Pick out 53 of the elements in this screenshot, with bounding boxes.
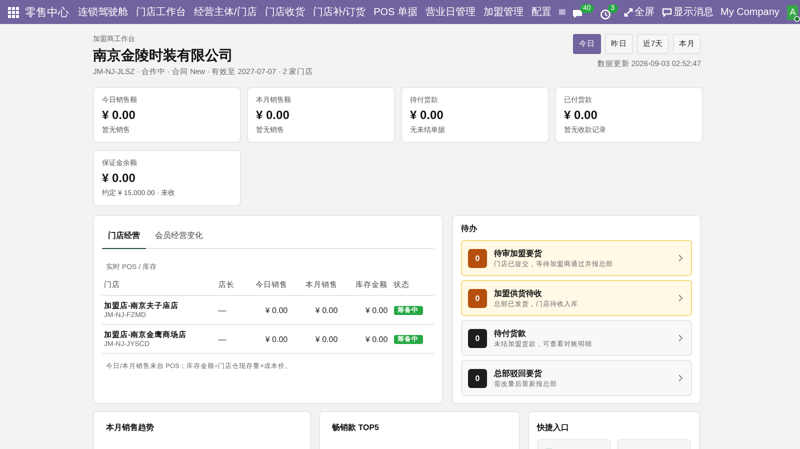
app-menu-button[interactable]	[8, 6, 19, 18]
show-messages-button[interactable]: 显示消息	[662, 5, 714, 19]
app-title[interactable]: 零售中心	[25, 4, 69, 20]
company-switcher[interactable]: My Company	[720, 6, 780, 18]
todo-title: 总部驳回要货	[494, 368, 543, 378]
table-cell: ¥ 0.00	[290, 324, 341, 354]
count-badge: 0	[468, 328, 487, 348]
menu-item[interactable]: 经营主体/门店	[194, 5, 257, 19]
menu-item[interactable]: 加盟管理	[483, 5, 524, 19]
panel-title: 待办	[461, 223, 478, 234]
tab[interactable]: 门店经营	[102, 226, 146, 249]
count-badge: 0	[468, 288, 487, 308]
kpi-value: ¥ 0.00	[102, 108, 136, 122]
menu-item[interactable]: 门店收货	[264, 5, 305, 19]
online-dot-icon	[794, 16, 800, 22]
table-cell: ¥ 0.00	[290, 296, 341, 324]
count-badge: 0	[468, 368, 487, 388]
clock-icon	[600, 8, 611, 20]
table-cell: —	[216, 324, 241, 354]
fullscreen-button[interactable]: 全屏	[624, 5, 655, 19]
table-cell: ¥ 0.00	[240, 324, 291, 354]
chevron-right-icon	[678, 294, 683, 302]
table-cell: —	[216, 296, 241, 324]
todo-title: 加盟供货待收	[494, 288, 543, 298]
panel-title: 快捷入口	[537, 422, 570, 433]
chat-bubble-icon	[572, 8, 583, 18]
menu-item[interactable]: POS 单据	[374, 5, 418, 19]
tab[interactable]: 会员经营变化	[149, 226, 209, 249]
kpi-value: ¥ 0.00	[256, 108, 290, 122]
menu-item[interactable]: 连锁驾驶舱	[78, 5, 128, 19]
chevron-right-icon	[678, 334, 683, 342]
panel-title: 本月销售趋势	[106, 422, 155, 433]
page-title: 南京金陵时装有限公司	[93, 47, 234, 65]
todo-title: 待审加盟要货	[494, 248, 543, 258]
user-avatar[interactable]: A	[787, 4, 798, 20]
kpi-value: ¥ 0.00	[564, 108, 598, 122]
menu-item[interactable]: 配置	[531, 5, 552, 19]
kpi-value: ¥ 0.00	[102, 171, 136, 185]
table-cell: ¥ 0.00	[240, 296, 291, 324]
chevron-right-icon	[678, 374, 683, 382]
table-cell: ¥ 0.00	[340, 296, 391, 324]
chat-icon	[662, 8, 672, 16]
menu-item[interactable]: 门店工作台	[136, 5, 186, 19]
expand-arrows-icon	[624, 8, 633, 16]
table-cell: ¥ 0.00	[340, 324, 391, 354]
chevron-right-icon	[678, 254, 683, 262]
panel-title: 畅销款 TOP5	[332, 422, 380, 433]
menu-item[interactable]: 营业日管理	[425, 5, 476, 19]
apps-grid-icon	[8, 6, 19, 18]
kpi-value: ¥ 0.00	[410, 108, 444, 122]
menu-item[interactable]: 门店补/订货	[312, 5, 366, 19]
todo-title: 待付货款	[494, 328, 527, 338]
count-badge: 0	[468, 248, 487, 268]
